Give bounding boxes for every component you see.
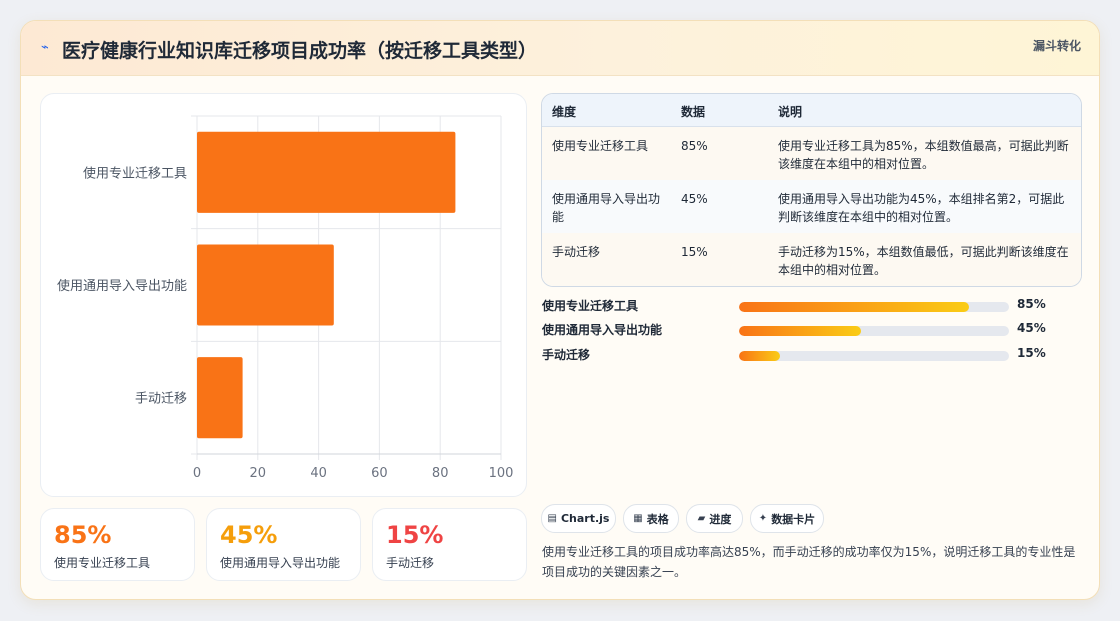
stat-value: 85% (54, 521, 112, 549)
stat-label: 使用专业迁移工具 (54, 556, 151, 570)
progress-value: 85% (1017, 297, 1046, 311)
column-header-dimension: 维度 (552, 105, 577, 119)
progress-fill (739, 302, 969, 312)
bar (197, 244, 334, 326)
progress-track (739, 351, 1009, 361)
x-tick-label: 100 (489, 466, 514, 481)
stat-value: 45% (220, 521, 278, 549)
stat-card-professional-tool: 85% 使用专业迁移工具 (40, 508, 195, 581)
cell-note: 使用通用导入导出功能为45%，本组排名第2，可据此判断该维度在本组中的相对位置。 (778, 192, 1065, 224)
table-icon: ▦ (633, 513, 643, 524)
table-row: 使用专业迁移工具 85% 使用专业迁移工具为85%，本组数值最高，可据此判断该维… (542, 127, 1081, 181)
chip-data-card[interactable]: ✦ 数据卡片 (750, 504, 824, 533)
progress-track (739, 326, 1009, 336)
card-header: ⌁ 医疗健康行业知识库迁移项目成功率（按迁移工具类型） 漏斗转化 (21, 21, 1099, 76)
stat-label: 使用通用导入导出功能 (220, 556, 341, 570)
bar-chart-panel: 0 20 40 60 80 100 使用专业迁移工具使用通用导入导出功能手动迁移 (40, 93, 527, 497)
table-row: 使用通用导入导出功能 45% 使用通用导入导出功能为45%，本组排名第2，可据此… (542, 180, 1081, 234)
chip-progress[interactable]: ▰ 进度 (686, 504, 743, 533)
stat-card-general-import: 45% 使用通用导入导出功能 (206, 508, 361, 581)
cell-note: 手动迁移为15%，本组数值最低，可据此判断该维度在本组中的相对位置。 (778, 245, 1069, 277)
page-title: 医疗健康行业知识库迁移项目成功率（按迁移工具类型） (62, 40, 538, 62)
cell-data: 15% (681, 245, 708, 259)
x-tick-label: 80 (432, 466, 449, 481)
bar-chart: 0 20 40 60 80 100 使用专业迁移工具使用通用导入导出功能手动迁移 (57, 115, 514, 481)
bolt-icon: ⌁ (41, 40, 49, 55)
table-row: 手动迁移 15% 手动迁移为15%，本组数值最低，可据此判断该维度在本组中的相对… (542, 233, 1081, 286)
chip-label: Chart.js (560, 512, 610, 525)
chart-icon: ▤ (547, 513, 557, 524)
progress-row-professional-tool: 使用专业迁移工具 85% (542, 295, 1082, 315)
bar (197, 131, 456, 213)
progress-fill (739, 326, 861, 336)
cell-dimension: 手动迁移 (552, 245, 601, 259)
chip-label: 数据卡片 (771, 512, 816, 526)
cell-dimension: 使用专业迁移工具 (552, 139, 649, 153)
cell-data: 85% (681, 139, 708, 153)
progress-label: 使用通用导入导出功能 (542, 323, 663, 337)
x-tick-label: 60 (371, 466, 388, 481)
column-header-data: 数据 (681, 105, 706, 119)
x-tick-label: 40 (310, 466, 327, 481)
progress-track (739, 302, 1009, 312)
chip-chartjs[interactable]: ▤ Chart.js (541, 504, 616, 533)
column-header-note: 说明 (778, 105, 803, 119)
chip-label: 表格 (646, 512, 669, 526)
progress-fill (739, 351, 780, 361)
chart-type-badge[interactable]: 漏斗转化 (1033, 37, 1081, 54)
progress-row-general-import: 使用通用导入导出功能 45% (542, 319, 1082, 339)
data-table: 维度 数据 说明 使用专业迁移工具 85% 使用专业迁移工具为85%，本组数值最… (541, 93, 1082, 287)
cell-dimension: 使用通用导入导出功能 (552, 192, 661, 224)
stat-label: 手动迁移 (386, 556, 435, 570)
x-tick-label: 0 (193, 466, 201, 481)
cell-note: 使用专业迁移工具为85%，本组数值最高，可据此判断该维度在本组中的相对位置。 (778, 139, 1069, 171)
stat-value: 15% (386, 521, 444, 549)
table-header: 维度 数据 说明 (542, 94, 1081, 127)
y-category-label: 使用专业迁移工具 (83, 165, 187, 181)
summary-text: 使用专业迁移工具的项目成功率高达85%，而手动迁移的成功率仅为15%，说明迁移工… (542, 545, 1076, 579)
y-category-label: 手动迁移 (135, 392, 187, 407)
chip-label: 进度 (709, 512, 732, 526)
progress-label: 使用专业迁移工具 (542, 299, 639, 313)
progress-icon: ▰ (697, 513, 706, 524)
progress-value: 15% (1017, 346, 1046, 360)
progress-row-manual: 手动迁移 15% (542, 344, 1082, 364)
stat-card-manual: 15% 手动迁移 (372, 508, 527, 581)
dashboard-card: ⌁ 医疗健康行业知识库迁移项目成功率（按迁移工具类型） 漏斗转化 0 20 40 60… (20, 20, 1100, 600)
progress-label: 手动迁移 (542, 348, 591, 362)
sparkle-icon: ✦ (758, 513, 768, 524)
progress-value: 45% (1017, 321, 1046, 335)
bar (197, 357, 243, 439)
chip-table[interactable]: ▦ 表格 (623, 504, 679, 533)
x-tick-label: 20 (250, 466, 267, 481)
cell-data: 45% (681, 192, 708, 206)
y-category-label: 使用通用导入导出功能 (57, 278, 187, 294)
